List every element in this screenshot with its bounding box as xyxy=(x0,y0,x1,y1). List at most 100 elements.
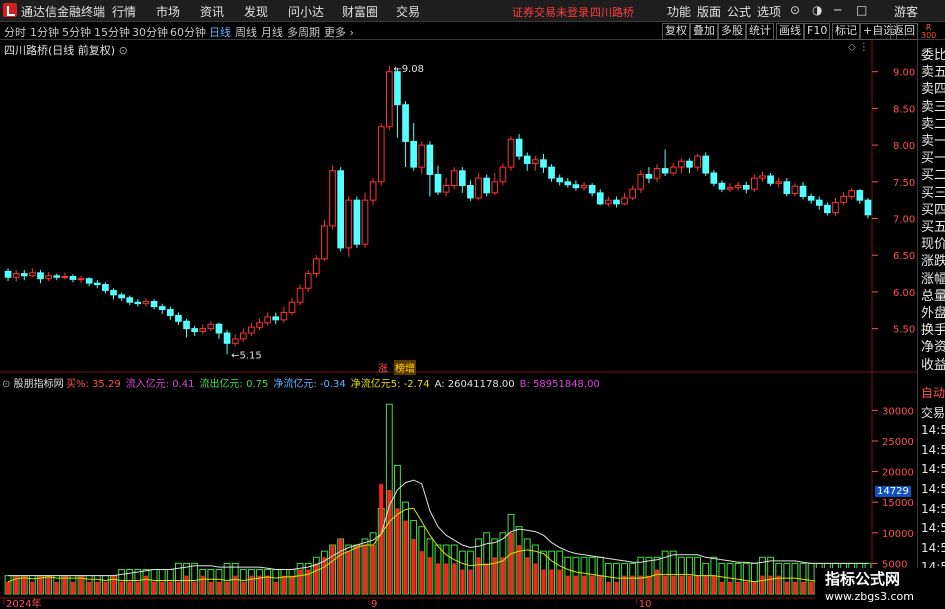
candle-body[interactable] xyxy=(840,195,847,203)
quote-field-label[interactable]: 卖三 xyxy=(921,96,945,115)
candle-body[interactable] xyxy=(29,272,36,277)
inflow-bar[interactable] xyxy=(371,545,376,594)
quote-field-label[interactable]: 卖一 xyxy=(921,130,945,149)
candle-body[interactable] xyxy=(669,166,677,174)
quote-field-label[interactable]: 涨幅 xyxy=(921,268,945,287)
quote-field-label[interactable]: 卖四 xyxy=(921,78,945,97)
candle-body[interactable] xyxy=(418,144,426,168)
inflow-bar[interactable] xyxy=(671,575,676,594)
inflow-bar[interactable] xyxy=(801,581,806,594)
candle-body[interactable] xyxy=(791,185,799,195)
inflow-bar[interactable] xyxy=(354,545,359,594)
inflow-bar[interactable] xyxy=(306,569,311,594)
candle-body[interactable] xyxy=(239,332,247,340)
quote-field-label[interactable]: 买五 xyxy=(921,216,945,235)
inflow-bar[interactable] xyxy=(517,545,522,594)
candle-body[interactable] xyxy=(483,177,491,194)
candle-body[interactable] xyxy=(150,300,158,308)
inflow-bar[interactable] xyxy=(752,581,757,594)
candle-body[interactable] xyxy=(864,199,872,216)
inflow-bar[interactable] xyxy=(565,575,570,594)
inflow-bar[interactable] xyxy=(168,581,173,594)
inflow-bar[interactable] xyxy=(103,581,108,594)
candle-body[interactable] xyxy=(507,138,515,168)
candlestick-series[interactable]: ←9.08 ←5.15 xyxy=(4,64,872,362)
inflow-bar[interactable] xyxy=(687,575,692,594)
inflow-bar[interactable] xyxy=(54,581,59,594)
inflow-bar[interactable] xyxy=(362,545,368,594)
candle-body[interactable] xyxy=(564,181,572,186)
inflow-bar[interactable] xyxy=(241,581,246,594)
candle-body[interactable] xyxy=(272,316,280,321)
candle-body[interactable] xyxy=(532,159,539,164)
inflow-bar[interactable] xyxy=(346,551,351,594)
inflow-bar[interactable] xyxy=(541,569,546,594)
quote-field-label[interactable]: 买三 xyxy=(921,182,945,201)
inflow-bar[interactable] xyxy=(70,581,75,594)
candle-body[interactable] xyxy=(467,184,474,199)
inflow-bar[interactable] xyxy=(135,581,140,594)
inflow-bar[interactable] xyxy=(711,575,716,594)
inflow-bar[interactable] xyxy=(192,581,197,594)
inflow-bar[interactable] xyxy=(655,569,660,594)
candle-body[interactable] xyxy=(783,181,791,195)
candle-body[interactable] xyxy=(166,309,174,316)
candle-body[interactable] xyxy=(4,270,12,278)
candle-body[interactable] xyxy=(807,195,815,201)
quote-field-label[interactable]: 买一 xyxy=(921,147,945,166)
candle-body[interactable] xyxy=(832,201,839,214)
settings-icon[interactable]: ⊙ xyxy=(119,44,128,57)
inflow-bar[interactable] xyxy=(22,575,27,594)
inflow-bar[interactable] xyxy=(152,581,157,594)
quote-field-label[interactable]: 收益 xyxy=(921,354,945,373)
candle-body[interactable] xyxy=(264,316,271,324)
candle-body[interactable] xyxy=(12,273,20,278)
candle-body[interactable] xyxy=(556,177,564,183)
inflow-bar[interactable] xyxy=(646,575,651,594)
candle-body[interactable] xyxy=(402,104,409,142)
candle-body[interactable] xyxy=(759,175,766,179)
candle-body[interactable] xyxy=(848,190,856,197)
candle-body[interactable] xyxy=(694,155,701,168)
inflow-bar[interactable] xyxy=(289,575,295,594)
inflow-bar[interactable] xyxy=(160,581,165,594)
inflow-bar[interactable] xyxy=(95,581,100,594)
candle-body[interactable] xyxy=(158,306,166,311)
candle-body[interactable] xyxy=(329,170,336,227)
inflow-bar[interactable] xyxy=(444,563,449,594)
candle-body[interactable] xyxy=(596,192,604,205)
candle-body[interactable] xyxy=(426,144,434,175)
candle-body[interactable] xyxy=(102,284,109,291)
candle-body[interactable] xyxy=(751,177,758,190)
inflow-bar[interactable] xyxy=(176,581,181,594)
candle-body[interactable] xyxy=(734,184,742,189)
candle-body[interactable] xyxy=(621,197,628,205)
candle-body[interactable] xyxy=(175,314,182,322)
candle-body[interactable] xyxy=(126,297,134,303)
candle-body[interactable] xyxy=(718,182,726,190)
inflow-bar[interactable] xyxy=(395,508,400,594)
candle-body[interactable] xyxy=(775,181,783,184)
inflow-bar[interactable] xyxy=(784,581,789,594)
candle-body[interactable] xyxy=(491,181,499,194)
candle-body[interactable] xyxy=(45,275,52,280)
candle-body[interactable] xyxy=(134,301,142,305)
candle-body[interactable] xyxy=(53,275,61,278)
candle-body[interactable] xyxy=(256,322,263,328)
candle-body[interactable] xyxy=(856,190,864,201)
inflow-bar[interactable] xyxy=(200,575,205,594)
candle-body[interactable] xyxy=(369,181,377,201)
inflow-bar[interactable] xyxy=(143,575,148,594)
candle-body[interactable] xyxy=(799,185,807,197)
candle-body[interactable] xyxy=(605,199,612,205)
inflow-bar[interactable] xyxy=(468,569,473,594)
candle-body[interactable] xyxy=(580,184,588,189)
inflow-bar[interactable] xyxy=(322,557,327,594)
inflow-bar[interactable] xyxy=(703,575,708,594)
inflow-bar[interactable] xyxy=(484,563,489,594)
inflow-bar[interactable] xyxy=(768,575,773,594)
candle-body[interactable] xyxy=(661,168,669,174)
inflow-bar[interactable] xyxy=(330,545,335,594)
candle-body[interactable] xyxy=(77,278,85,281)
inflow-bar[interactable] xyxy=(508,532,514,594)
